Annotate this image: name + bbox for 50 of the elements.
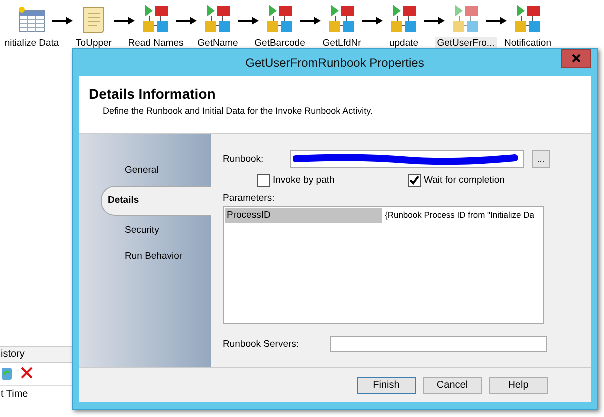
description: Define the Runbook and Initial Data for the Invoke Runbook Activity. <box>102 105 374 116</box>
arrow-icon <box>176 16 198 26</box>
runbook-icon <box>513 4 543 34</box>
dialog-button[interactable]: Finish <box>357 376 416 394</box>
field-label: Runbook: <box>223 154 265 164</box>
runbook-icon <box>265 4 295 34</box>
nav-tab[interactable]: Run Behavior <box>99 244 211 270</box>
table-cell[interactable]: {Runbook Process ID from "Initialize Da <box>382 208 542 223</box>
arrow-icon <box>238 16 260 26</box>
arrow-icon <box>486 16 508 26</box>
delete-icon[interactable] <box>21 367 33 381</box>
checkbox-label: Wait for completion <box>424 175 505 186</box>
dialog-button[interactable]: Cancel <box>423 376 482 394</box>
nav-tab[interactable]: General <box>99 158 211 184</box>
arrow-icon <box>362 16 384 26</box>
servers-field[interactable] <box>330 336 547 352</box>
activity-label[interactable]: GetName <box>196 37 240 50</box>
activity-label[interactable]: Read Names <box>126 37 186 50</box>
field-label: Runbook Servers: <box>223 338 300 350</box>
browse-button[interactable]: ... <box>532 150 550 168</box>
runbook-icon <box>389 4 419 34</box>
close-button[interactable] <box>561 49 591 68</box>
activity-label[interactable]: Notification <box>502 37 554 50</box>
arrow-icon <box>52 16 74 26</box>
runbook-icon <box>203 4 233 34</box>
runbook-icon <box>451 4 481 34</box>
runbook-icon <box>141 4 171 34</box>
table-cell: ProcessID <box>225 208 382 223</box>
nav-tab[interactable]: Security <box>99 218 211 244</box>
activity-label[interactable]: update <box>387 37 421 50</box>
table-icon <box>17 6 47 34</box>
heading: Details Information <box>89 86 217 102</box>
activity-label[interactable]: nitialize Data <box>2 37 62 50</box>
window-title: GetUserFromRunbook Properties <box>246 56 424 70</box>
close-icon <box>572 54 580 63</box>
checkbox[interactable] <box>257 174 270 187</box>
field-label: Parameters: <box>223 193 276 204</box>
activity-label[interactable]: GetLfdNr <box>320 37 364 50</box>
checkbox[interactable] <box>408 174 421 187</box>
arrow-icon <box>114 16 136 26</box>
arrow-icon <box>424 16 446 26</box>
dialog-button[interactable]: Help <box>489 376 548 394</box>
runbook-icon <box>327 4 357 34</box>
nav-tab[interactable]: Details <box>101 186 211 216</box>
activity-label[interactable]: ToUpper <box>74 37 114 50</box>
activity-label[interactable]: GetBarcode <box>252 37 308 50</box>
arrow-icon <box>300 16 322 26</box>
runbook-field[interactable] <box>290 150 524 168</box>
checkbox-label: Invoke by path <box>273 175 335 186</box>
refresh-icon[interactable] <box>1 367 13 381</box>
